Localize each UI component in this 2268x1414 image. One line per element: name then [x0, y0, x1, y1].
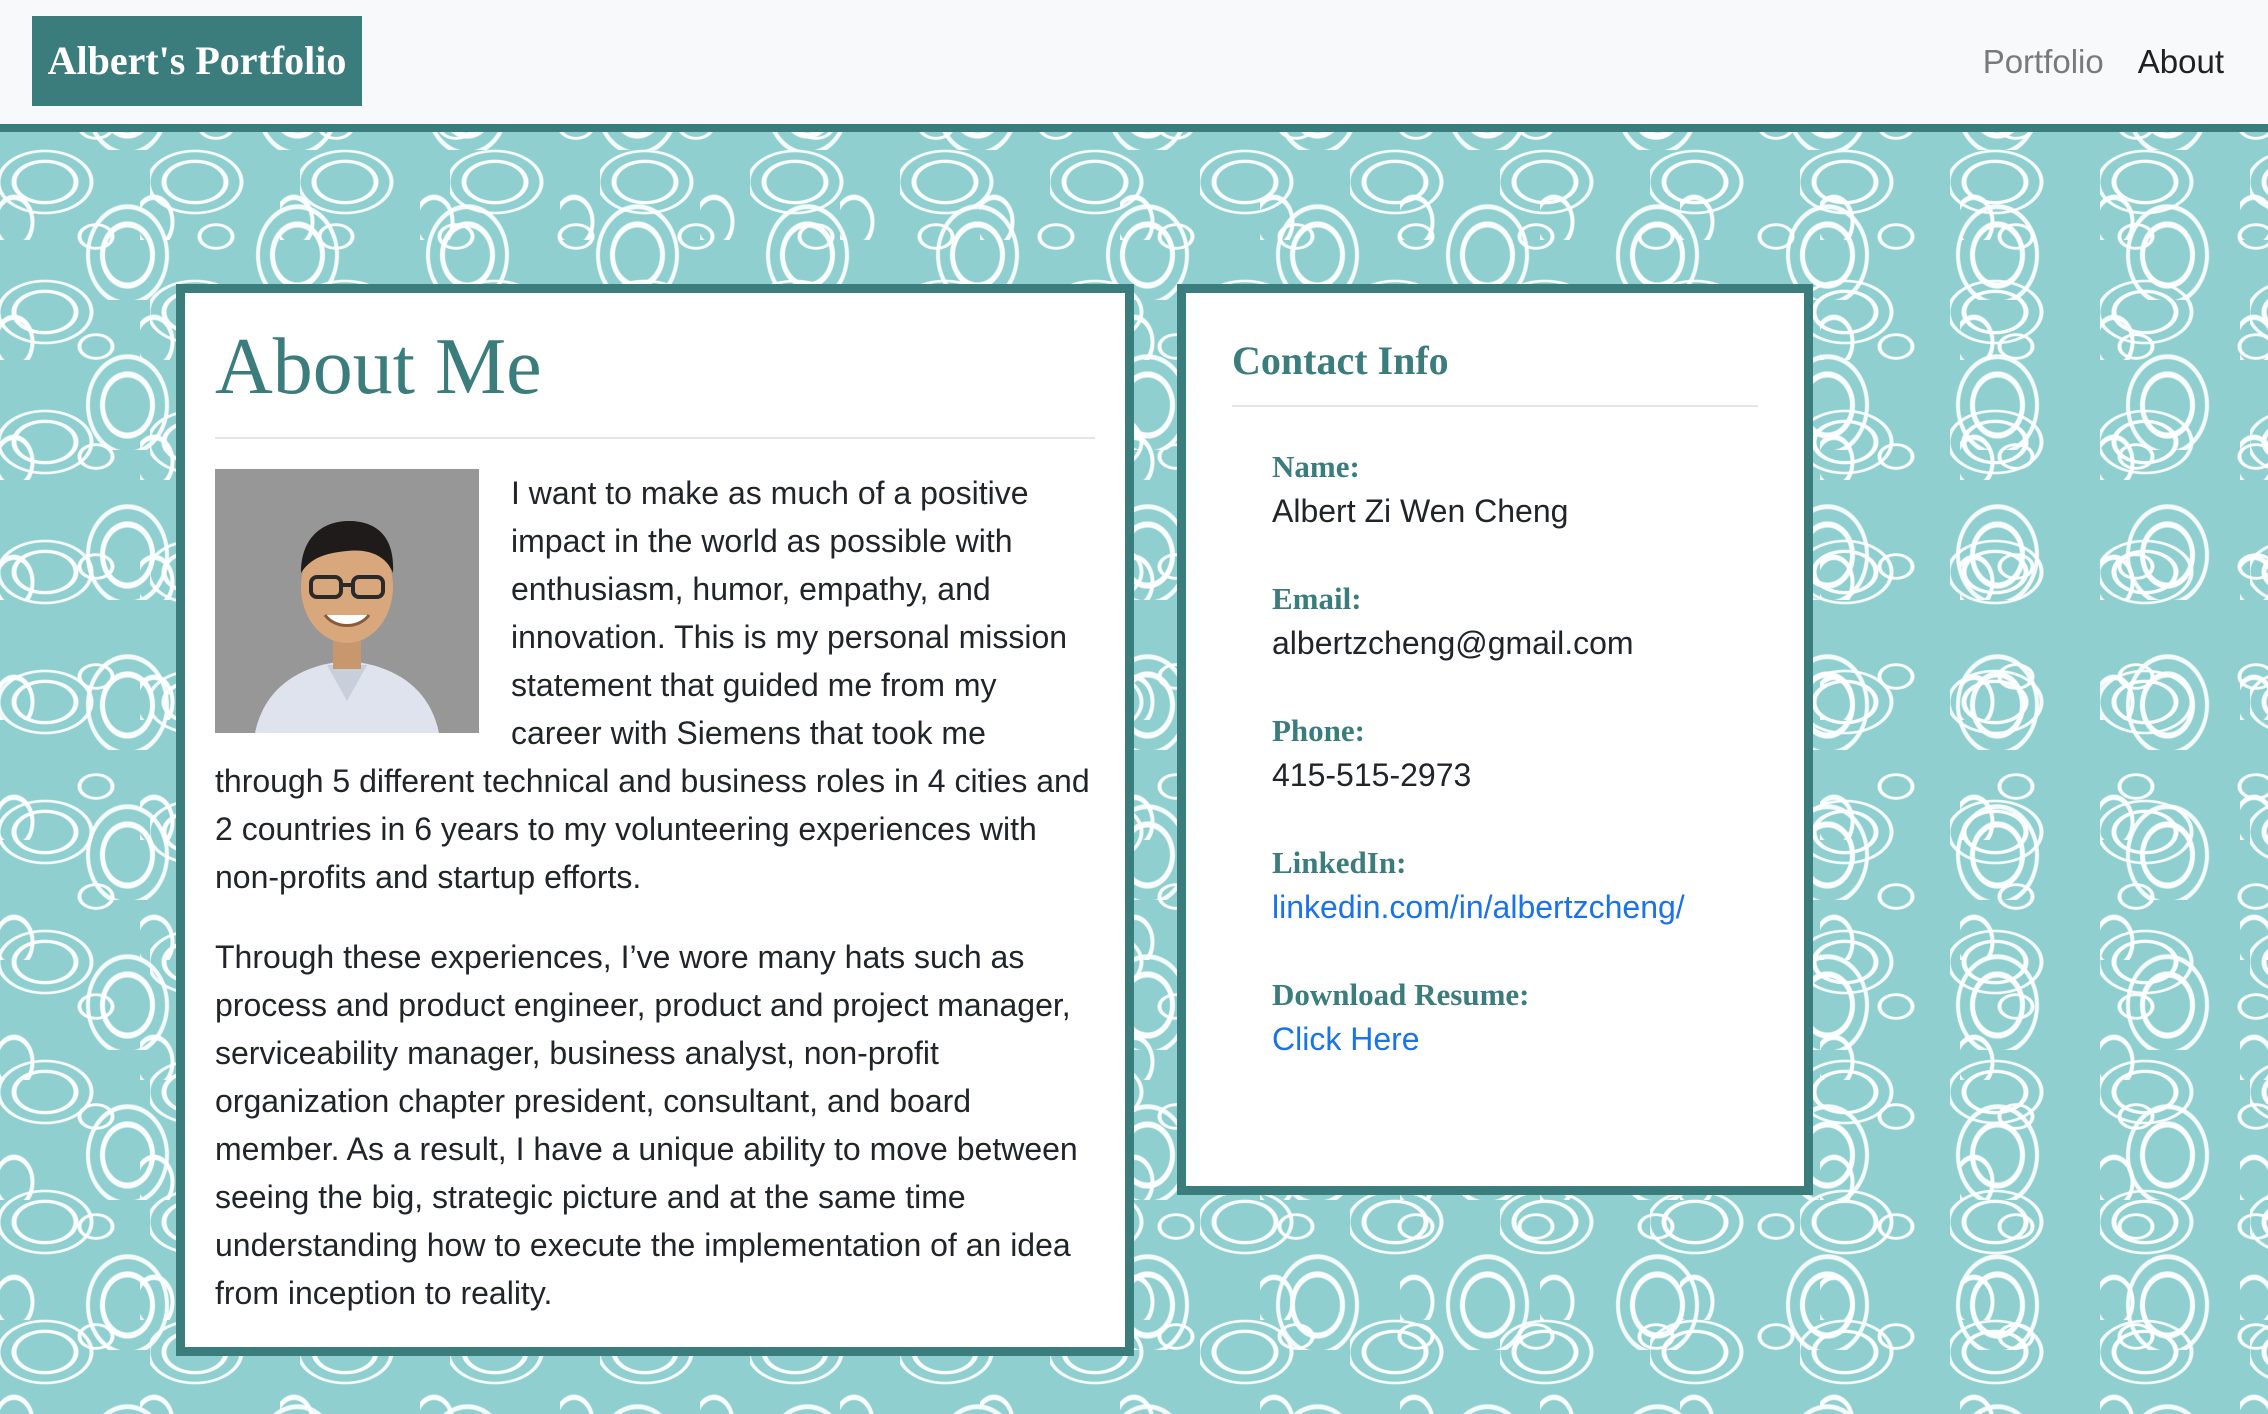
about-card: About Me I want to make as much of a pos… [176, 284, 1134, 1356]
contact-item-phone: Phone: 415-515-2973 [1272, 711, 1758, 799]
linkedin-label: LinkedIn: [1272, 845, 1407, 880]
name-value: Albert Zi Wen Cheng [1272, 493, 1569, 529]
linkedin-link[interactable]: linkedin.com/in/albertzcheng/ [1272, 883, 1685, 931]
about-body: I want to make as much of a positive imp… [215, 469, 1095, 1317]
nav-links: Portfolio About [1983, 36, 2224, 88]
about-paragraph: Through these experiences, I’ve wore man… [215, 939, 1078, 1311]
navbar: Albert's Portfolio Portfolio About [0, 0, 2268, 132]
about-divider [215, 437, 1095, 439]
profile-photo [215, 469, 479, 733]
phone-label: Phone: [1272, 713, 1365, 748]
email-label: Email: [1272, 581, 1362, 616]
nav-link-about[interactable]: About [2138, 43, 2224, 81]
contact-card: Contact Info Name: Albert Zi Wen Cheng E… [1177, 284, 1813, 1195]
brand-logo-link[interactable]: Albert's Portfolio [32, 16, 362, 106]
email-value: albertzcheng@gmail.com [1272, 625, 1634, 661]
contact-item-linkedin: LinkedIn: linkedin.com/in/albertzcheng/ [1272, 843, 1758, 931]
contact-item-resume: Download Resume: Click Here [1272, 975, 1758, 1063]
phone-value: 415-515-2973 [1272, 757, 1472, 793]
contact-list: Name: Albert Zi Wen Cheng Email: albertz… [1232, 447, 1758, 1063]
contact-item-name: Name: Albert Zi Wen Cheng [1272, 447, 1758, 535]
nav-link-portfolio[interactable]: Portfolio [1983, 43, 2104, 81]
contact-item-email: Email: albertzcheng@gmail.com [1272, 579, 1758, 667]
resume-download-link[interactable]: Click Here [1272, 1015, 1420, 1063]
name-label: Name: [1272, 449, 1360, 484]
about-title: About Me [215, 323, 542, 411]
contact-divider [1232, 405, 1758, 407]
resume-label: Download Resume: [1272, 977, 1530, 1012]
contact-title: Contact Info [1232, 338, 1449, 383]
